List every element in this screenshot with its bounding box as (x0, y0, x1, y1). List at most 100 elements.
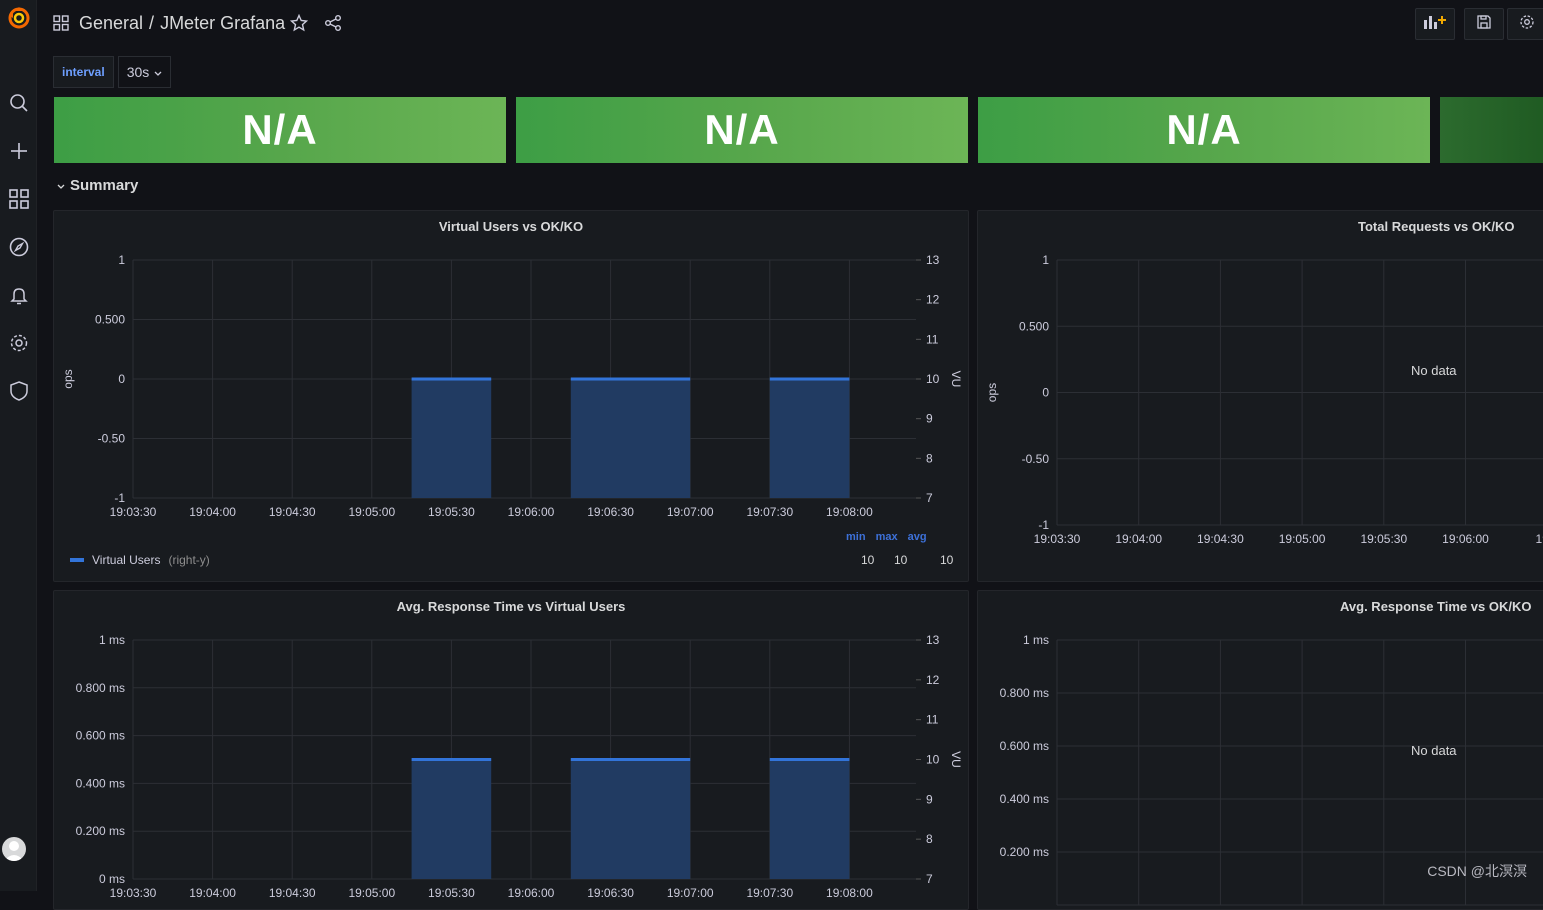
y-tick-label-right: 7 (926, 491, 933, 505)
y-tick-label-right: 8 (926, 451, 933, 465)
y-tick-label-left: 0.600 ms (76, 729, 125, 743)
configuration-icon[interactable] (0, 328, 37, 358)
alerting-icon[interactable] (0, 280, 37, 310)
x-tick-label: 19:08:00 (826, 886, 873, 900)
star-icon[interactable] (290, 14, 308, 37)
bar (770, 760, 850, 880)
x-tick-label: 19:04:00 (189, 505, 236, 519)
search-icon[interactable] (0, 88, 37, 118)
bar (412, 379, 492, 498)
save-dashboard-button[interactable] (1464, 8, 1504, 40)
y-tick-label-left: 0.600 ms (1000, 739, 1049, 753)
x-tick-label: 19:04:30 (269, 886, 316, 900)
explore-icon[interactable] (0, 232, 37, 262)
interval-variable-label: interval (53, 56, 114, 88)
legend-header-max[interactable]: max (876, 531, 898, 543)
legend-axis-note: (right-y) (168, 553, 209, 567)
chevron-down-icon (154, 64, 162, 80)
y-tick-label-left: -1 (1038, 518, 1049, 532)
legend-item-virtual-users[interactable]: Virtual Users (right-y) (70, 553, 210, 567)
y-tick-label-right: 12 (926, 293, 940, 307)
y-axis-label-left: ops (985, 383, 999, 402)
x-tick-label: 19:05:00 (348, 886, 395, 900)
breadcrumb: General/JMeter Grafana (79, 13, 285, 34)
no-data-message: No data (1411, 743, 1457, 758)
y-tick-label-right: 11 (926, 713, 939, 727)
stat-value: N/A (1166, 106, 1241, 154)
bar (770, 379, 850, 498)
share-icon[interactable] (324, 14, 342, 37)
sidebar (0, 0, 37, 891)
breadcrumb-folder[interactable]: General (79, 13, 143, 33)
legend-value-max: 10 (894, 553, 907, 567)
x-tick-label: 19:06:30 (587, 505, 634, 519)
y-tick-label-left: 0 ms (99, 872, 125, 886)
stat-panel[interactable]: N/A (978, 97, 1430, 163)
interval-variable-select[interactable]: 30s (118, 56, 172, 88)
stat-value: N/A (704, 106, 779, 154)
y-tick-label-left: 1 ms (1023, 633, 1049, 647)
dashboards-icon[interactable] (0, 184, 37, 214)
watermark: CSDN @北溟溟 (1427, 861, 1527, 881)
variables-bar: interval 30s (53, 56, 171, 88)
panel-virtual-users-okko[interactable]: Virtual Users vs OK/KO 10.5000-0.50-119:… (53, 210, 969, 582)
legend-header-min[interactable]: min (846, 531, 866, 543)
y-tick-label-left: 0.200 ms (1000, 845, 1049, 859)
save-icon (1476, 14, 1492, 35)
y-tick-label-left: 0.500 (1019, 319, 1049, 333)
stat-panel[interactable]: N/A (516, 97, 968, 163)
shield-icon[interactable] (0, 376, 37, 406)
plus-icon[interactable] (0, 136, 37, 166)
y-tick-label-left: 0.400 ms (76, 776, 125, 790)
y-tick-label-left: -1 (114, 491, 125, 505)
y-tick-label-right: 8 (926, 832, 933, 846)
y-tick-label-left: 0 (1042, 386, 1049, 400)
y-tick-label-left: 0.500 (95, 313, 125, 327)
y-axis-label-right: VU (949, 751, 963, 768)
top-navbar: General/JMeter Grafana (37, 0, 1543, 48)
y-axis-label-right: VU (949, 371, 963, 388)
x-tick-label: 19:04:00 (1115, 532, 1162, 546)
x-tick-label: 19:05:00 (1279, 532, 1326, 546)
panel-avg-response-time-vu[interactable]: Avg. Response Time vs Virtual Users 1 ms… (53, 590, 969, 910)
legend-series-name: Virtual Users (92, 553, 160, 567)
y-tick-label-right: 9 (926, 792, 933, 806)
row-summary[interactable]: Summary (57, 177, 138, 194)
x-tick-label: 19:05:30 (428, 886, 475, 900)
dashboard-grid-icon (53, 15, 69, 36)
stat-panel[interactable]: N/A (54, 97, 506, 163)
x-tick-label: 19:07:30 (746, 886, 793, 900)
x-tick-label: 19:0 (1536, 532, 1543, 546)
dashboard-title[interactable]: JMeter Grafana (160, 13, 285, 33)
dashboard-settings-button[interactable] (1507, 8, 1543, 40)
y-tick-label-left: -0.50 (98, 432, 126, 446)
grafana-logo-icon[interactable] (0, 3, 37, 33)
x-tick-label: 19:06:00 (508, 505, 555, 519)
y-axis-label-left: ops (61, 369, 75, 388)
y-tick-label-left: -0.50 (1022, 452, 1050, 466)
legend-header-avg[interactable]: avg (908, 531, 927, 543)
chevron-down-icon (57, 177, 65, 194)
y-tick-label-left: 0.200 ms (76, 824, 125, 838)
y-tick-label-right: 10 (926, 372, 940, 386)
chart-virtual-users-okko: 10.5000-0.50-119:03:3019:04:0019:04:3019… (54, 211, 969, 582)
x-tick-label: 19:03:30 (1034, 532, 1081, 546)
stat-panel[interactable] (1440, 97, 1543, 163)
panel-total-requests-okko[interactable]: Total Requests vs OK/KO 10.5000-0.50-119… (977, 210, 1543, 582)
y-tick-label-right: 10 (926, 753, 940, 767)
chart-total-requests-okko: 10.5000-0.50-119:03:3019:04:0019:04:3019… (978, 211, 1543, 582)
no-data-message: No data (1411, 363, 1457, 378)
settings-icon (1519, 14, 1535, 35)
avatar[interactable] (2, 837, 26, 861)
y-tick-label-left: 0 (118, 372, 125, 386)
x-tick-label: 19:03:30 (110, 886, 157, 900)
chart-avg-response-time-vu: 1 ms0.800 ms0.600 ms0.400 ms0.200 ms0 ms… (54, 591, 969, 910)
x-tick-label: 19:08:00 (826, 505, 873, 519)
add-panel-button[interactable] (1415, 8, 1455, 40)
x-tick-label: 19:05:30 (1360, 532, 1407, 546)
x-tick-label: 19:03:30 (110, 505, 157, 519)
x-tick-label: 19:04:30 (1197, 532, 1244, 546)
bar (412, 760, 492, 880)
x-tick-label: 19:07:30 (746, 505, 793, 519)
x-tick-label: 19:05:00 (348, 505, 395, 519)
